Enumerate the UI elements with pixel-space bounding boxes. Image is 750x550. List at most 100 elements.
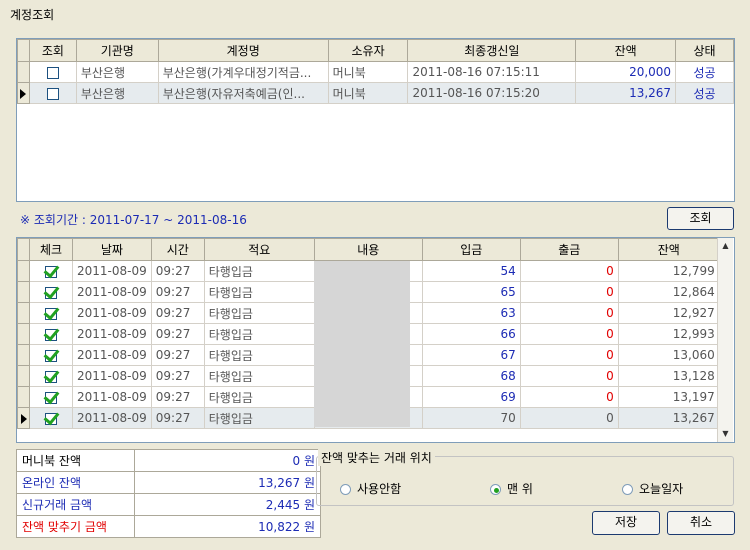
- tx-check-cell[interactable]: [29, 365, 73, 387]
- tx-time: 09:27: [150, 281, 205, 303]
- accounts-header-updated[interactable]: 최종갱신일: [407, 39, 577, 62]
- accounts-header-indicator: [17, 39, 30, 62]
- tx-date: 2011-08-09: [72, 323, 152, 345]
- accounts-header-bank[interactable]: 기관명: [75, 39, 159, 62]
- tx-header-time[interactable]: 시간: [150, 238, 205, 261]
- accounts-header-name[interactable]: 계정명: [157, 39, 329, 62]
- checkbox-icon[interactable]: [46, 66, 59, 79]
- row-indicator: [17, 344, 30, 366]
- tx-check-cell[interactable]: [29, 344, 73, 366]
- summary-value: 13,267 원: [134, 471, 321, 494]
- query-button[interactable]: 조회: [667, 207, 734, 230]
- tx-deposit: 67: [421, 344, 521, 366]
- account-row[interactable]: 부산은행 부산은행(자유저축예금(인... 머니북 2011-08-16 07:…: [17, 82, 734, 104]
- account-balance: 20,000: [575, 61, 677, 83]
- tx-header-date[interactable]: 날짜: [72, 238, 152, 261]
- account-query-cell[interactable]: [28, 82, 77, 104]
- tx-balance: 12,864: [617, 281, 720, 303]
- tx-memo: 타행입금: [203, 407, 315, 429]
- account-owner: 머니북: [327, 61, 409, 83]
- accounts-header-balance[interactable]: 잔액: [575, 39, 677, 62]
- tx-balance: 13,128: [617, 365, 720, 387]
- checkbox-icon[interactable]: [45, 370, 57, 383]
- radio-today[interactable]: 오늘일자: [622, 480, 683, 497]
- down-arrow-icon[interactable]: ▼: [718, 426, 733, 442]
- checkbox-icon[interactable]: [46, 87, 59, 100]
- account-bank: 부산은행: [75, 61, 159, 83]
- tx-memo: 타행입금: [203, 323, 315, 345]
- account-updated: 2011-08-16 07:15:11: [407, 61, 577, 83]
- accounts-header-status[interactable]: 상태: [675, 39, 734, 62]
- summary-value: 10,822 원: [134, 515, 321, 538]
- checkbox-icon[interactable]: [45, 286, 57, 299]
- window-title: 계정조회: [10, 8, 55, 22]
- tx-header-indicator: [17, 238, 30, 261]
- transactions-scrollbar[interactable]: ▲ ▼: [717, 238, 733, 442]
- checkbox-icon[interactable]: [45, 412, 57, 425]
- account-query-cell[interactable]: [28, 61, 77, 83]
- query-period: ※ 조회기간 : 2011-07-17 ~ 2011-08-16: [20, 213, 247, 227]
- tx-date: 2011-08-09: [72, 344, 152, 366]
- row-indicator: [17, 61, 30, 83]
- tx-deposit: 68: [421, 365, 521, 387]
- tx-balance: 12,927: [617, 302, 720, 324]
- radio-icon[interactable]: [340, 484, 351, 495]
- tx-time: 09:27: [150, 323, 205, 345]
- accounts-grid: 조회 기관명 계정명 소유자 최종갱신일 잔액 상태 부산은행 부산은행(가계우…: [16, 38, 735, 202]
- tx-header-deposit[interactable]: 입금: [421, 238, 521, 261]
- tx-withdraw: 0: [519, 407, 619, 429]
- tx-date: 2011-08-09: [72, 365, 152, 387]
- tx-deposit: 63: [421, 302, 521, 324]
- cancel-button[interactable]: 취소: [667, 511, 735, 535]
- tx-time: 09:27: [150, 260, 205, 282]
- tx-header-memo[interactable]: 적요: [203, 238, 315, 261]
- redacted-content-area: [314, 261, 410, 427]
- checkbox-icon[interactable]: [45, 349, 57, 362]
- radio-icon[interactable]: [622, 484, 633, 495]
- tx-memo: 타행입금: [203, 260, 315, 282]
- checkbox-icon[interactable]: [45, 265, 57, 278]
- tx-check-cell[interactable]: [29, 323, 73, 345]
- up-arrow-icon[interactable]: ▲: [718, 238, 733, 254]
- account-row[interactable]: 부산은행 부산은행(가계우대정기적금... 머니북 2011-08-16 07:…: [17, 61, 734, 83]
- radio-icon[interactable]: [490, 484, 501, 495]
- account-status: 성공: [675, 61, 734, 83]
- tx-check-cell[interactable]: [29, 302, 73, 324]
- balance-summary: 머니북 잔액 0 원 온라인 잔액 13,267 원 신규거래 금액 2,445…: [16, 449, 321, 538]
- tx-deposit: 54: [421, 260, 521, 282]
- tx-check-cell[interactable]: [29, 407, 73, 429]
- accounts-header-query[interactable]: 조회: [28, 39, 77, 62]
- tx-time: 09:27: [150, 407, 205, 429]
- radio-none[interactable]: 사용안함: [340, 480, 401, 497]
- tx-header-check[interactable]: 체크: [29, 238, 73, 261]
- tx-withdraw: 0: [519, 260, 619, 282]
- radio-label: 사용안함: [357, 482, 402, 496]
- tx-withdraw: 0: [519, 323, 619, 345]
- row-indicator: [17, 82, 30, 104]
- tx-deposit: 65: [421, 281, 521, 303]
- tx-date: 2011-08-09: [72, 407, 152, 429]
- save-button[interactable]: 저장: [592, 511, 660, 535]
- tx-header-balance[interactable]: 잔액: [617, 238, 720, 261]
- tx-deposit: 70: [421, 407, 521, 429]
- tx-header-content[interactable]: 내용: [313, 238, 423, 261]
- checkbox-icon[interactable]: [45, 307, 57, 320]
- tx-check-cell[interactable]: [29, 260, 73, 282]
- tx-withdraw: 0: [519, 365, 619, 387]
- tx-header-withdraw[interactable]: 출금: [519, 238, 619, 261]
- accounts-header-owner[interactable]: 소유자: [327, 39, 409, 62]
- checkbox-icon[interactable]: [45, 391, 57, 404]
- tx-time: 09:27: [150, 344, 205, 366]
- tx-time: 09:27: [150, 386, 205, 408]
- account-name: 부산은행(가계우대정기적금...: [157, 61, 329, 83]
- checkbox-icon[interactable]: [45, 328, 57, 341]
- tx-check-cell[interactable]: [29, 281, 73, 303]
- summary-row: 잔액 맞추기 금액 10,822 원: [16, 515, 321, 538]
- tx-check-cell[interactable]: [29, 386, 73, 408]
- tx-balance: 12,799: [617, 260, 720, 282]
- row-indicator: [17, 260, 30, 282]
- position-group-title: 잔액 맞추는 거래 위치: [318, 449, 435, 466]
- tx-withdraw: 0: [519, 344, 619, 366]
- radio-top[interactable]: 맨 위: [490, 480, 533, 497]
- right-triangle-icon: [20, 88, 27, 99]
